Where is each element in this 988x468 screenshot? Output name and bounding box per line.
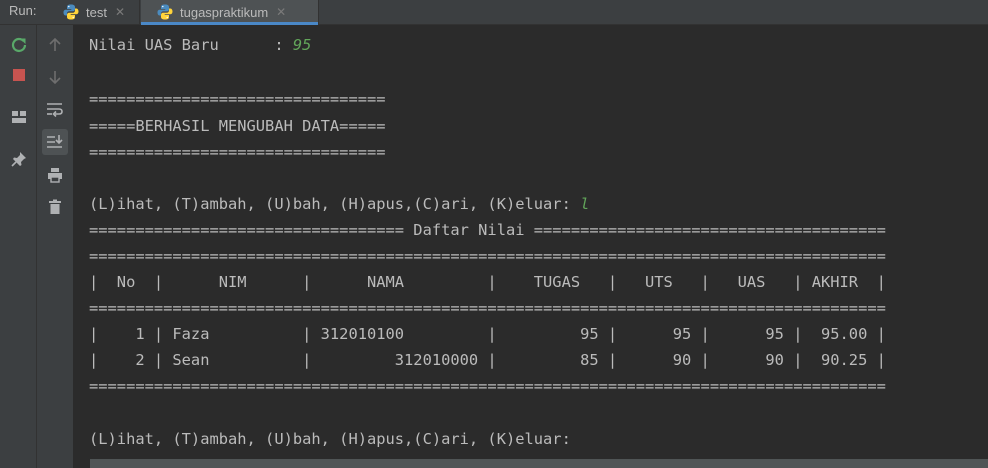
- console-separator: ========================================…: [89, 377, 886, 395]
- print-icon[interactable]: [43, 163, 67, 187]
- console-text: (L)ihat, (T)ambah, (U)bah, (H)apus,(C)ar…: [89, 195, 581, 213]
- soft-wrap-icon[interactable]: [43, 97, 67, 121]
- user-input-text: 95: [292, 36, 312, 54]
- up-arrow-icon[interactable]: [43, 33, 67, 57]
- console-table-row: | 1 | Faza | 312010100 | 95 | 95 | 95 | …: [89, 325, 886, 343]
- console-menu-prompt: (L)ihat, (T)ambah, (U)bah, (H)apus,(C)ar…: [89, 430, 581, 448]
- close-icon[interactable]: ✕: [115, 5, 125, 19]
- stop-icon[interactable]: [7, 63, 31, 87]
- run-tab-bar: Run: test ✕ tugaspraktikum ✕: [0, 0, 988, 25]
- console-menu-prompt: (L)ihat, (T)ambah, (U)bah, (H)apus,(C)ar…: [89, 191, 589, 217]
- python-icon: [156, 3, 174, 21]
- python-icon: [62, 3, 80, 21]
- console-table-header: | No | NIM | NAMA | TUGAS | UTS | UAS | …: [89, 273, 886, 291]
- user-input-text: l: [580, 195, 590, 213]
- console-line-nilai-uas: Nilai UAS Baru : 95: [89, 32, 311, 58]
- down-arrow-icon[interactable]: [43, 65, 67, 89]
- tab-test-label: test: [86, 4, 107, 20]
- run-toolbar-right: [37, 25, 73, 468]
- console-text: Nilai UAS Baru :: [89, 36, 293, 54]
- console-success-message: =====BERHASIL MENGUBAH DATA=====: [89, 117, 386, 135]
- layout-icon[interactable]: [7, 105, 31, 129]
- tab-tugaspraktikum[interactable]: tugaspraktikum ✕: [141, 0, 319, 25]
- console-table-row: | 2 | Sean | 312010000 | 85 | 90 | 90 | …: [89, 351, 886, 369]
- scroll-to-end-icon[interactable]: [42, 129, 68, 155]
- rerun-icon[interactable]: [7, 33, 31, 57]
- run-toolbar-left: [0, 25, 37, 468]
- trash-icon[interactable]: [43, 195, 67, 219]
- console-separator: ================================: [89, 90, 386, 108]
- console-separator: ========================================…: [89, 299, 886, 317]
- tab-test[interactable]: test ✕: [52, 0, 140, 24]
- console-table-title: ================================== Dafta…: [89, 221, 886, 239]
- console-horizontal-scrollbar[interactable]: [90, 459, 988, 468]
- pin-icon[interactable]: [7, 147, 31, 171]
- tab-tugaspraktikum-label: tugaspraktikum: [180, 4, 269, 20]
- console-output[interactable]: Nilai UAS Baru : 95 ====================…: [73, 25, 988, 468]
- console-separator: ========================================…: [89, 247, 886, 265]
- console-separator: ================================: [89, 143, 386, 161]
- run-label: Run:: [9, 3, 37, 18]
- close-icon[interactable]: ✕: [276, 5, 286, 19]
